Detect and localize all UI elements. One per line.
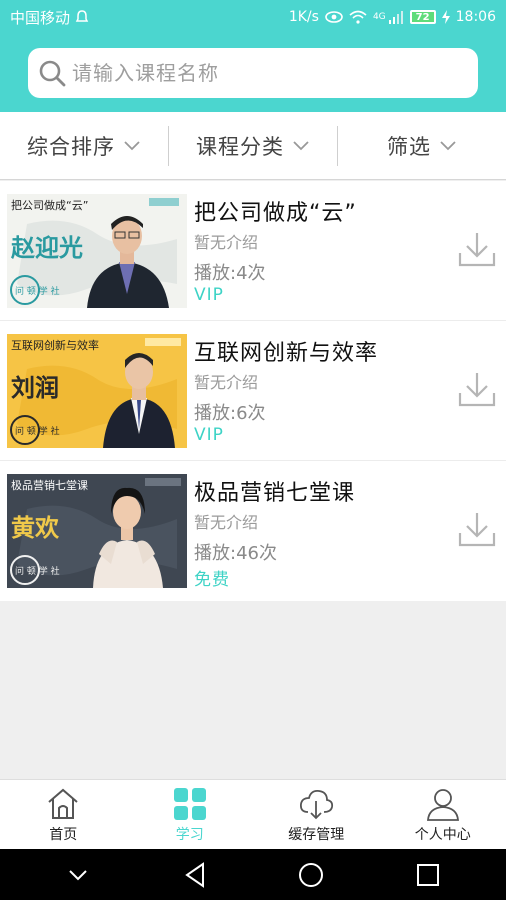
- chevron-down-icon: [293, 140, 309, 150]
- cloud-download-icon: [300, 789, 334, 819]
- filter-bar: 综合排序 课程分类 筛选: [0, 112, 506, 180]
- home-circle-icon[interactable]: [297, 861, 325, 889]
- search-box[interactable]: [28, 48, 478, 98]
- category-filter-label: 课程分类: [196, 134, 284, 159]
- system-nav-bar: [0, 849, 506, 900]
- chevron-down-icon: [124, 140, 140, 150]
- header: [0, 34, 506, 112]
- tab-profile-label: 个人中心: [414, 826, 471, 843]
- screen-filter[interactable]: 筛选: [338, 112, 506, 179]
- person-icon: [426, 788, 459, 821]
- course-badge: VIP: [194, 285, 224, 305]
- download-icon[interactable]: [456, 229, 498, 271]
- course-item[interactable]: 互联网创新与效率 刘润 问 顿 学 社 互联网创新与效率 暂无介绍 播放:6次 …: [0, 321, 506, 461]
- category-filter[interactable]: 课程分类: [169, 112, 337, 179]
- thumb-logo: 问 顿 学 社: [15, 285, 60, 297]
- eye-icon: [325, 11, 343, 23]
- course-intro: 暂无介绍: [194, 233, 259, 252]
- course-play-count: 播放:46次: [194, 543, 277, 564]
- course-intro: 暂无介绍: [194, 373, 259, 392]
- search-input[interactable]: [72, 61, 478, 85]
- thumb-banner: 互联网创新与效率: [11, 338, 99, 352]
- status-bar: 中国移动 1K/s 4G 72 18:06: [0, 0, 506, 34]
- thumb-logo: 问 顿 学 社: [15, 425, 60, 437]
- download-icon[interactable]: [456, 369, 498, 411]
- home-icon: [48, 788, 78, 819]
- grid-icon: [173, 787, 206, 820]
- battery-icon: 72: [409, 10, 436, 24]
- course-title[interactable]: 极品营销七堂课: [194, 475, 355, 507]
- notification-bell-icon: [75, 10, 89, 22]
- course-title[interactable]: 把公司做成“云”: [194, 195, 357, 227]
- wifi-icon: [349, 10, 367, 24]
- tab-study[interactable]: 学习: [127, 780, 254, 849]
- thumb-speaker-name: 刘润: [11, 373, 59, 402]
- course-play-count: 播放:6次: [194, 403, 266, 424]
- clock: 18:06: [455, 9, 496, 25]
- course-title[interactable]: 互联网创新与效率: [194, 335, 378, 367]
- course-badge: 免费: [194, 570, 230, 590]
- thumb-logo: 问 顿 学 社: [15, 565, 60, 577]
- thumb-banner: 极品营销七堂课: [11, 478, 88, 492]
- download-icon[interactable]: [456, 509, 498, 551]
- tab-home[interactable]: 首页: [0, 780, 127, 849]
- thumb-speaker-name: 赵迎光: [10, 233, 83, 262]
- chevron-down-icon[interactable]: [64, 861, 92, 889]
- course-intro: 暂无介绍: [194, 513, 259, 532]
- sort-filter[interactable]: 综合排序: [0, 112, 168, 179]
- tab-study-label: 学习: [175, 826, 204, 843]
- recents-icon[interactable]: [414, 861, 442, 889]
- network-speed: 1K/s: [288, 9, 319, 25]
- course-thumbnail[interactable]: 极品营销七堂课 黄欢 问 顿 学 社: [7, 474, 187, 588]
- carrier-label: 中国移动: [10, 8, 71, 27]
- course-badge: VIP: [194, 425, 224, 445]
- screen-filter-label: 筛选: [387, 134, 431, 159]
- course-thumbnail[interactable]: 互联网创新与效率 刘润 问 顿 学 社: [7, 334, 187, 448]
- course-thumbnail[interactable]: 把公司做成“云” 赵迎光 问 顿 学 社: [7, 194, 187, 308]
- bottom-tab-bar: 首页 学习 缓存管理 个人中心: [0, 779, 506, 849]
- back-icon[interactable]: [181, 861, 209, 889]
- chevron-down-icon: [440, 140, 456, 150]
- network-type: 4G: [372, 12, 386, 22]
- sort-filter-label: 综合排序: [27, 134, 115, 159]
- search-icon: [39, 60, 66, 87]
- course-play-count: 播放:4次: [194, 263, 266, 284]
- course-item[interactable]: 极品营销七堂课 黄欢 问 顿 学 社 极品营销七堂课 暂无介绍 播放:46次 免…: [0, 461, 506, 601]
- thumb-speaker-name: 黄欢: [11, 513, 60, 542]
- charging-icon: [441, 10, 450, 24]
- course-list: 把公司做成“云” 赵迎光 问 顿 学 社 把公司做成“云” 暂无介绍 播放:4次…: [0, 181, 506, 601]
- tab-cache-label: 缓存管理: [288, 826, 345, 843]
- tab-cache[interactable]: 缓存管理: [253, 780, 380, 849]
- tab-profile[interactable]: 个人中心: [380, 780, 506, 849]
- tab-home-label: 首页: [49, 826, 78, 843]
- thumb-banner: 把公司做成“云”: [11, 198, 88, 212]
- course-item[interactable]: 把公司做成“云” 赵迎光 问 顿 学 社 把公司做成“云” 暂无介绍 播放:4次…: [0, 181, 506, 321]
- signal-icon: [388, 11, 403, 24]
